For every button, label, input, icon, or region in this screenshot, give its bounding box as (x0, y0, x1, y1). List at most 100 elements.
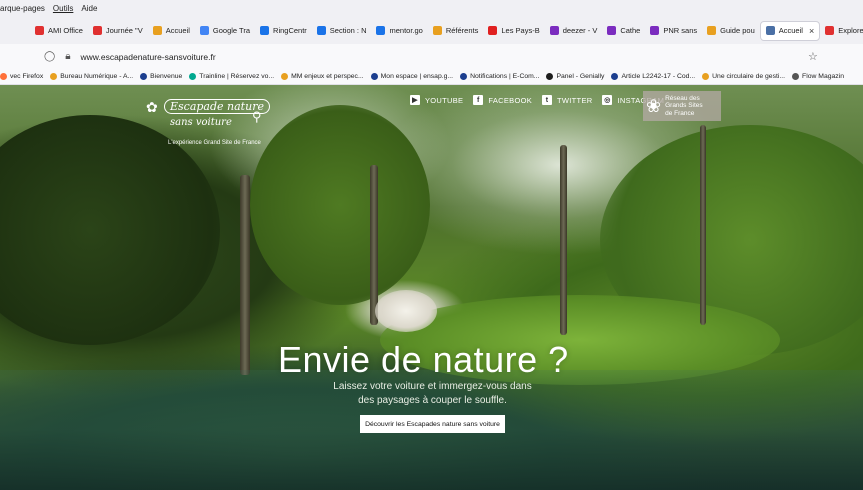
bookmark-item[interactable]: Bienvenue (140, 73, 182, 80)
bookmark-item[interactable]: Une circulaire de gesti... (702, 73, 785, 80)
bookmark-favicon-icon (50, 73, 58, 80)
social-link-facebook[interactable]: f FACEBOOK (473, 95, 532, 105)
bookmark-favicon-icon (189, 73, 197, 80)
browser-tab[interactable]: Cathe (602, 21, 645, 41)
bookmark-label: Panel - Genially (556, 73, 605, 80)
browser-tab[interactable]: Google Tra (195, 21, 255, 41)
tab-label: Accueil (165, 26, 190, 35)
tab-bar: AMI Office Journée "V Accueil Google Tra Rin… (0, 17, 863, 44)
hero-section: ✿ Escapade nature sans voiture L'expérie… (0, 85, 863, 490)
menu-item-help[interactable]: Aide (81, 4, 97, 13)
bookmark-star-icon[interactable]: ☆ (808, 50, 818, 63)
menu-item-bookmarks[interactable]: arque-pages (0, 4, 45, 13)
bookmark-favicon-icon (0, 73, 7, 80)
tab-label: Google Tra (212, 26, 251, 35)
bird-icon: ✿ (146, 99, 158, 115)
instagram-icon: ◎ (602, 95, 613, 105)
tree-trunk (700, 125, 706, 325)
bookmark-item[interactable]: vec Firefox (0, 73, 43, 80)
bookmark-label: Article L2242-17 - Cod... (621, 73, 696, 80)
bookmark-favicon-icon (702, 73, 710, 80)
favicon-icon (92, 26, 102, 35)
logo-tagline: L'expérience Grand Site de France (168, 140, 261, 146)
browser-tab[interactable]: PNR sans (645, 21, 702, 41)
browser-tab[interactable]: Section : N (312, 21, 372, 41)
tab-label: Section : N (329, 26, 367, 35)
bookmark-label: Notifications | E-Com... (470, 73, 540, 80)
favicon-icon (707, 26, 717, 35)
browser-tab[interactable]: Journée "V (88, 21, 148, 41)
bicycle-icon: ⚲ (252, 109, 262, 124)
browser-tab[interactable]: mentor.go (371, 21, 427, 41)
bookmark-favicon-icon (281, 73, 289, 80)
browser-tab[interactable]: AMI Office (30, 21, 88, 41)
social-link-twitter[interactable]: t TWITTER (542, 95, 592, 105)
browser-tab[interactable]: Référents (428, 21, 484, 41)
bookmarks-bar: vec Firefox Bureau Numérique - A... Bienve… (0, 69, 863, 85)
site-logo[interactable]: ✿ Escapade nature sans voiture L'expérie… (140, 95, 275, 155)
bookmark-favicon-icon (140, 73, 148, 80)
bookmark-favicon-icon (370, 73, 378, 80)
discover-escapades-button[interactable]: Découvrir les Escapades nature sans voit… (360, 415, 505, 433)
tab-label: PNR sans (663, 26, 698, 35)
favicon-icon (549, 26, 559, 35)
tab-label: AMI Office (48, 26, 83, 35)
bookmark-favicon-icon (546, 73, 554, 80)
browser-tab[interactable]: Explorer l (820, 21, 863, 41)
browser-tab[interactable]: Guide pou (702, 21, 760, 41)
bookmark-label: Une circulaire de gesti... (712, 73, 786, 80)
social-link-youtube[interactable]: ▶ YOUTUBE (410, 95, 463, 105)
logo-subtitle: sans voiture (170, 117, 232, 128)
bookmark-item[interactable]: Article L2242-17 - Cod... (611, 73, 695, 80)
lock-icon[interactable]: 🔒︎ (65, 51, 70, 62)
bookmark-item[interactable]: Trainline | Réservez vo... (189, 73, 274, 80)
browser-tab[interactable]: deezer - V (545, 21, 603, 41)
browser-tab[interactable]: RingCentr (255, 21, 312, 41)
bookmark-label: Trainline | Réservez vo... (199, 73, 275, 80)
menu-item-tools[interactable]: Outils (53, 4, 73, 13)
browser-tab[interactable]: Accueil × (759, 20, 821, 41)
favicon-icon (152, 26, 162, 35)
favicon-icon (488, 26, 498, 35)
tab-label: Guide pou (720, 26, 755, 35)
favicon-icon (825, 26, 835, 35)
bookmark-label: Flow Magazin (802, 73, 844, 80)
tab-label: RingCentr (273, 26, 307, 35)
tab-label: Référents (445, 26, 479, 35)
tree-trunk (370, 165, 378, 325)
url-input[interactable]: www.escapadenature-sansvoiture.fr (81, 52, 216, 62)
favicon-icon (607, 26, 617, 35)
favicon-icon (650, 26, 660, 35)
bookmark-item[interactable]: Notifications | E-Com... (460, 73, 539, 80)
bookmark-item[interactable]: Panel - Genially (546, 73, 604, 80)
close-tab-icon[interactable]: × (809, 26, 814, 36)
tab-label: Journée "V (105, 26, 143, 35)
browser-tab[interactable]: Accueil (148, 21, 195, 41)
shield-icon[interactable]: ◯ (44, 51, 55, 62)
bookmark-item[interactable]: Bureau Numérique - A... (50, 73, 133, 80)
bookmark-item[interactable]: MM enjeux et perspec... (281, 73, 364, 80)
tree-trunk (240, 175, 250, 375)
favicon-icon (316, 26, 326, 35)
browser-tab[interactable]: Les Pays-B (483, 21, 544, 41)
bookmark-label: MM enjeux et perspec... (291, 73, 364, 80)
grands-sites-badge[interactable]: ❀ Réseau des Grands Sites de France (643, 91, 721, 121)
hero-headline: Envie de nature ? (278, 339, 569, 380)
tab-label: Accueil (778, 26, 803, 35)
bookmark-item[interactable]: Mon espace | ensap.g... (370, 73, 453, 80)
bookmark-favicon-icon (460, 73, 468, 80)
favicon-icon (432, 26, 442, 35)
favicon-icon (260, 26, 270, 35)
social-links: ▶ YOUTUBE f FACEBOOK t TWITTER ◎ INSTAGRAM (410, 95, 674, 105)
url-bar: ◯ 🔒︎ www.escapadenature-sansvoiture.fr ☆ (0, 44, 863, 69)
grands-sites-logo-icon: ❀ (646, 95, 662, 116)
tree-foliage (250, 105, 430, 305)
bookmark-favicon-icon (792, 73, 800, 80)
tab-label: Explorer l (838, 26, 863, 35)
tab-label: Cathe (620, 26, 641, 35)
bookmark-item[interactable]: Flow Magazin (792, 73, 844, 80)
favicon-icon (765, 26, 775, 35)
bookmark-label: Bienvenue (150, 73, 183, 80)
badge-line-1: Réseau des (665, 94, 700, 102)
twitter-icon: t (542, 95, 553, 105)
